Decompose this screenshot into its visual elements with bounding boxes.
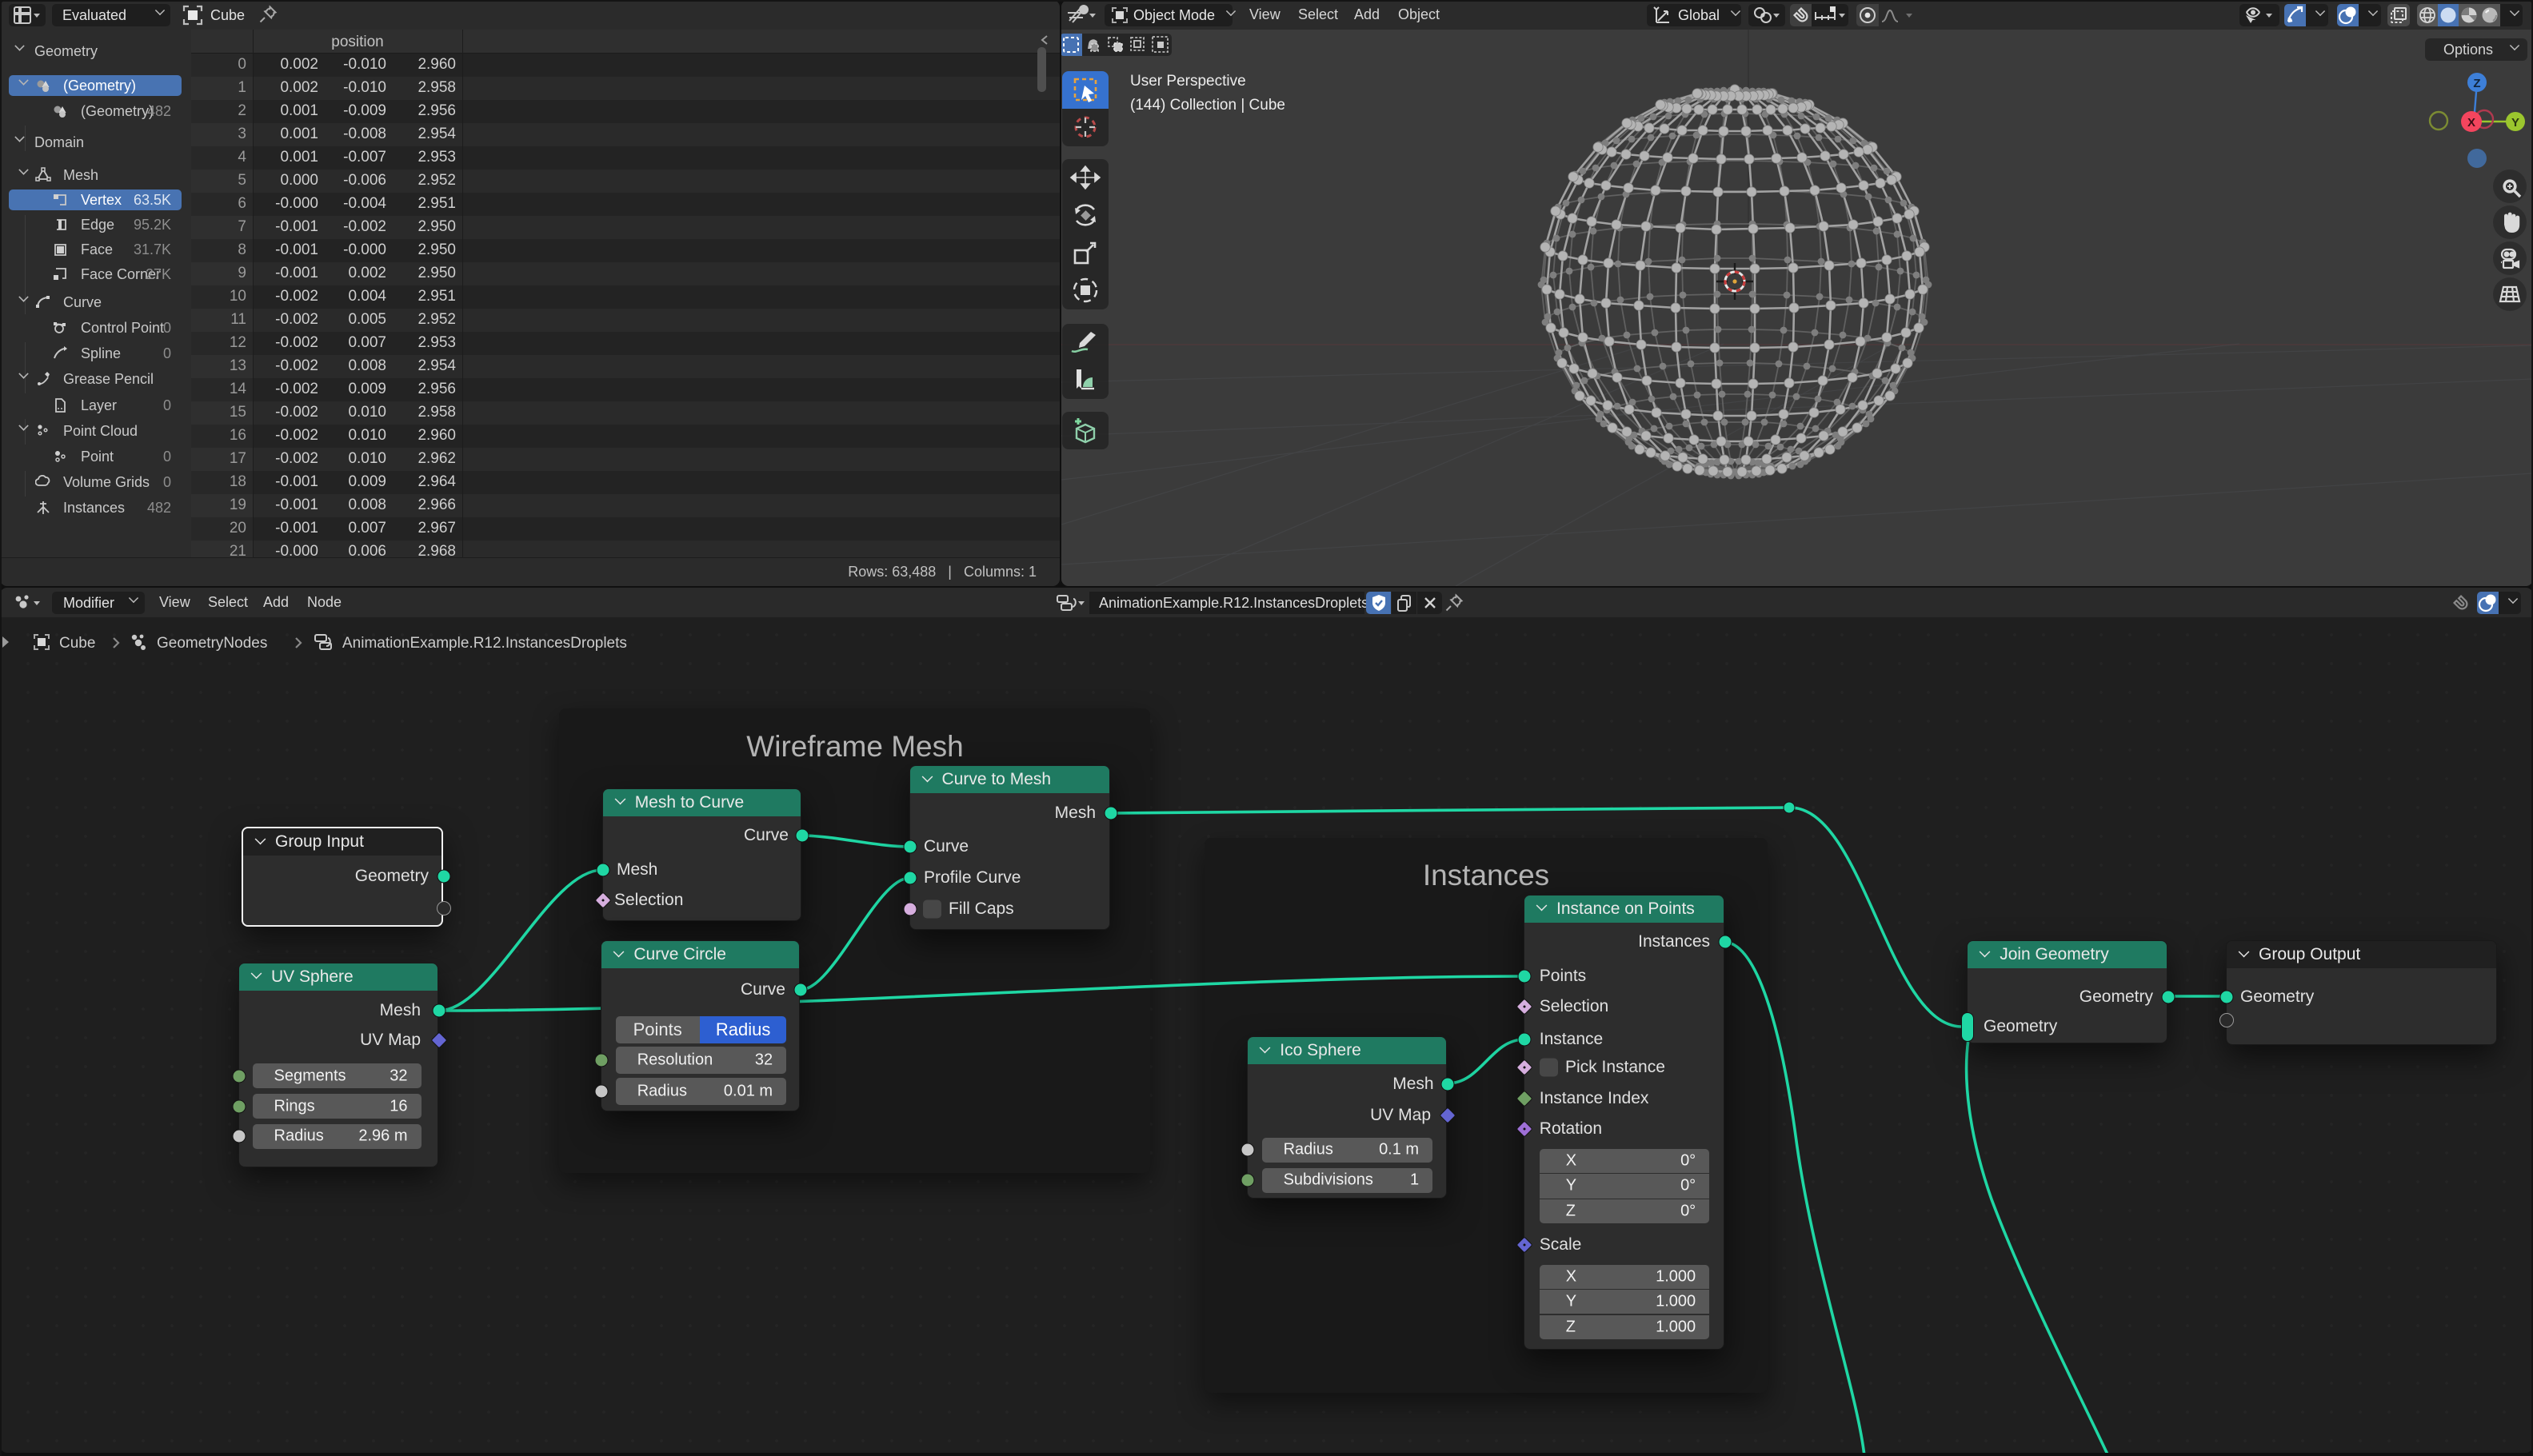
svg-text:X: X xyxy=(2467,116,2475,130)
svg-text:Y: Y xyxy=(2511,116,2519,130)
svg-text:Z: Z xyxy=(2473,77,2480,90)
